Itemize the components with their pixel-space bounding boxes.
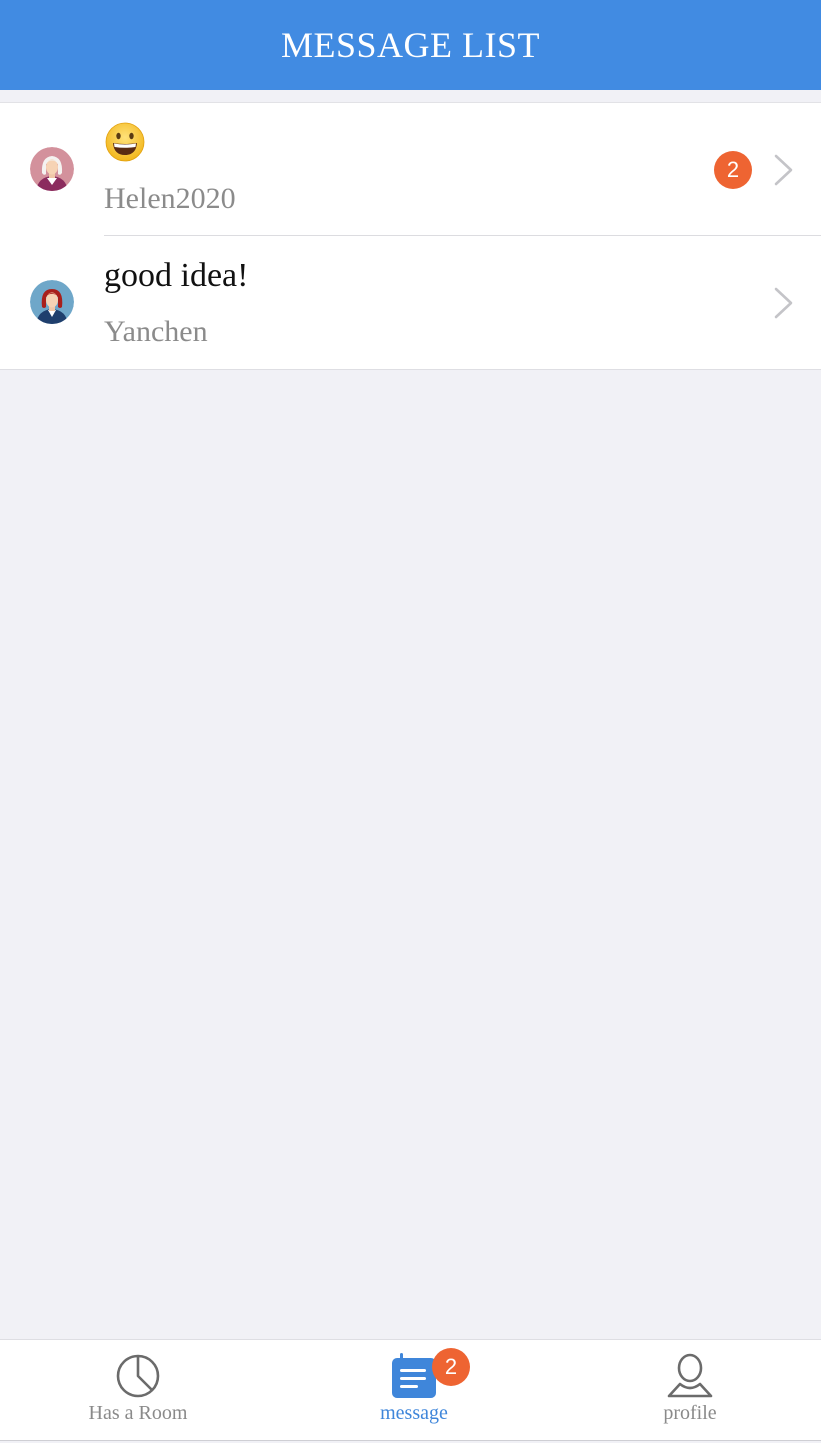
tab-label: Has a Room bbox=[88, 1402, 188, 1424]
woman-red-hair-avatar bbox=[30, 280, 74, 324]
last-message: good idea! bbox=[104, 257, 249, 294]
user-icon bbox=[667, 1353, 713, 1398]
conversation-list: Helen2020 2 good idea! Yanchen bbox=[0, 102, 821, 370]
page-title: MESSAGE LIST bbox=[280, 25, 541, 65]
unread-count-badge: 2 bbox=[714, 151, 752, 189]
tab-has-a-room[interactable]: Has a Room bbox=[38, 1340, 238, 1440]
sender-name: Helen2020 bbox=[104, 182, 236, 215]
woman-white-hair-avatar bbox=[30, 147, 74, 191]
message-list-icon bbox=[392, 1353, 436, 1398]
conversation-row-yanchen[interactable]: good idea! Yanchen bbox=[0, 235, 821, 369]
tab-label: message bbox=[380, 1402, 448, 1424]
tab-label: profile bbox=[663, 1402, 717, 1424]
conversation-row-helen2020[interactable]: Helen2020 2 bbox=[0, 103, 821, 236]
header-bar: MESSAGE LIST bbox=[0, 0, 821, 90]
pie-chart-icon bbox=[116, 1354, 160, 1398]
chevron-right-icon bbox=[774, 287, 793, 319]
tab-profile[interactable]: profile bbox=[590, 1340, 790, 1440]
grinning-face-icon bbox=[105, 122, 145, 162]
tab-unread-badge: 2 bbox=[432, 1348, 470, 1386]
tab-message[interactable]: 2 message bbox=[314, 1340, 514, 1440]
sender-name: Yanchen bbox=[104, 315, 208, 348]
chevron-right-icon bbox=[774, 154, 793, 186]
bottom-tab-bar: Has a Room 2 message profile bbox=[0, 1339, 821, 1441]
